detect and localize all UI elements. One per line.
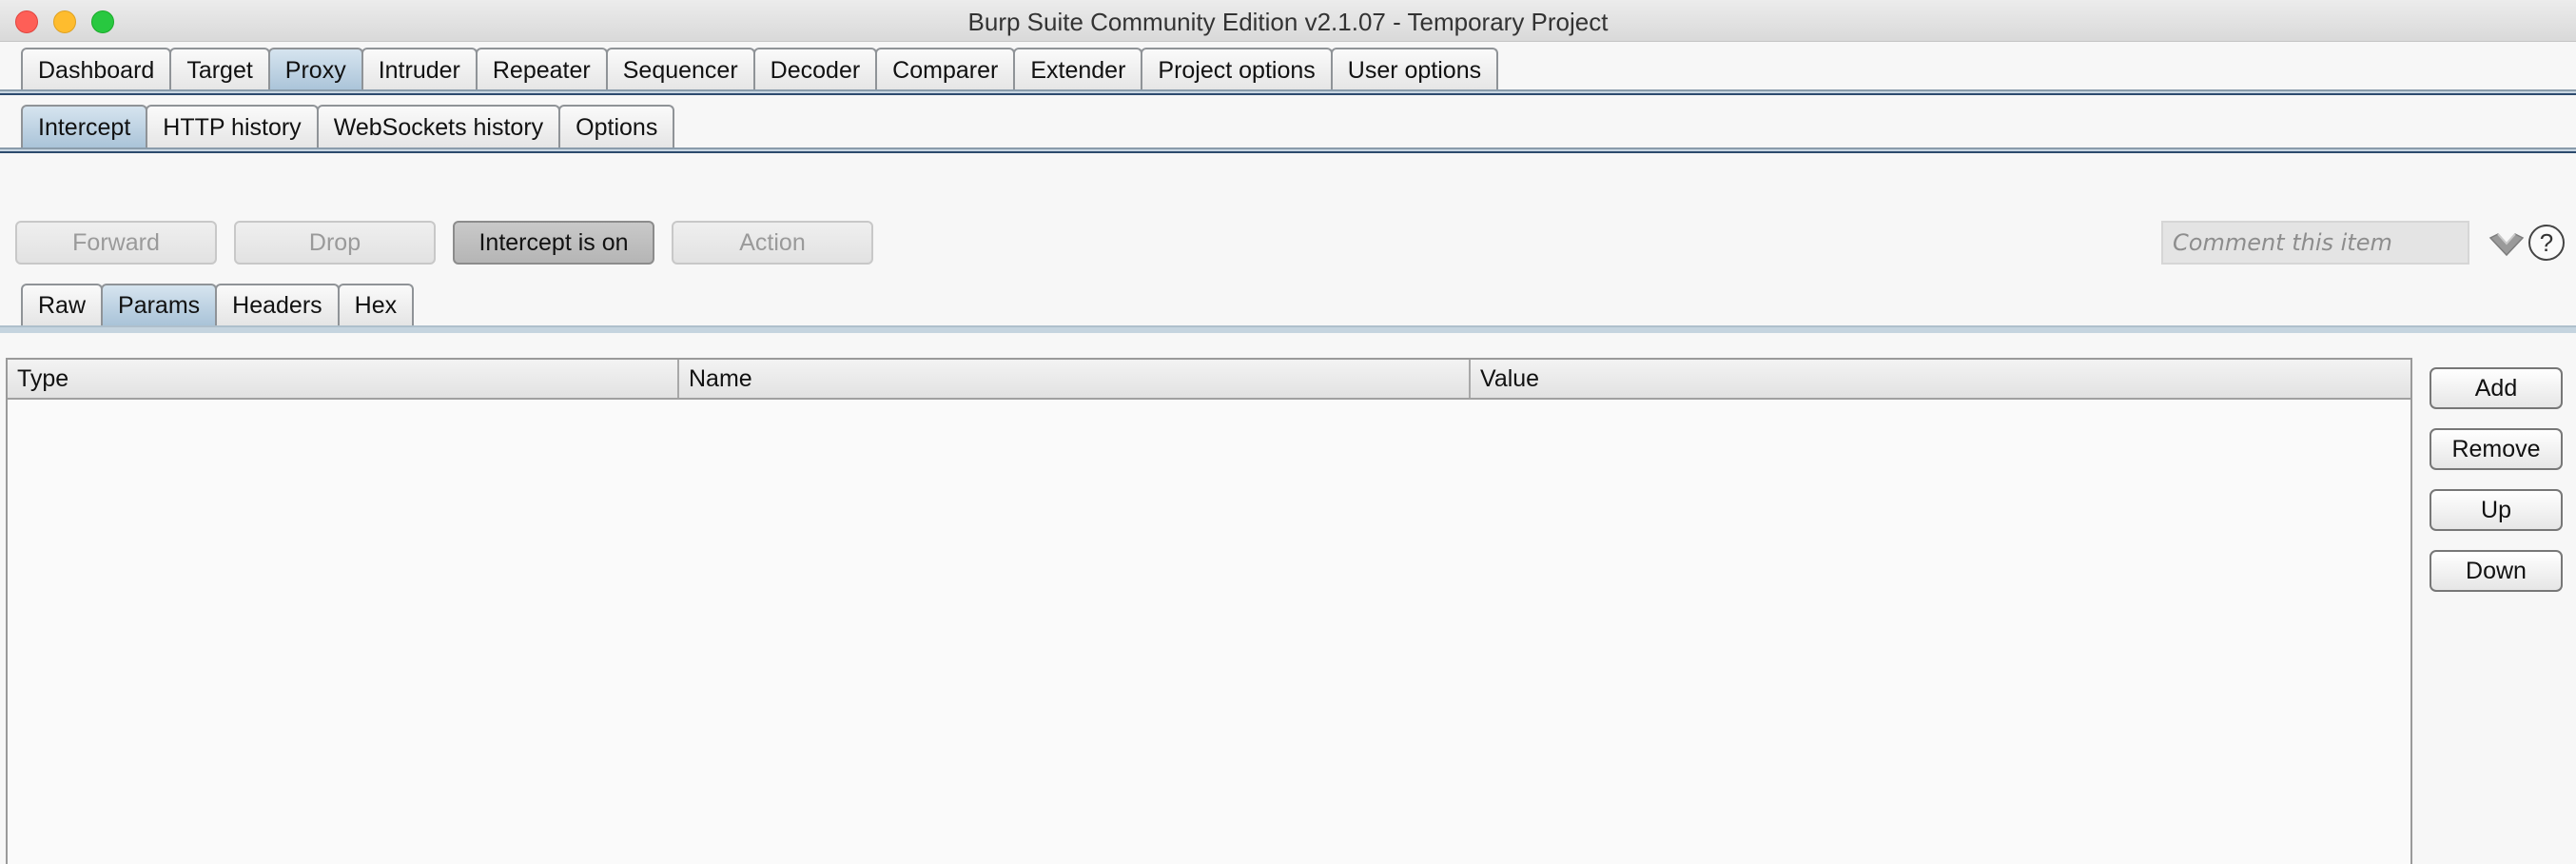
tab-proxy[interactable]: Proxy [267,48,363,91]
up-button[interactable]: Up [2430,489,2563,531]
tab-target[interactable]: Target [169,48,270,91]
tab-http-history[interactable]: HTTP history [146,105,319,148]
tab-user-options[interactable]: User options [1330,48,1499,91]
drop-button[interactable]: Drop [234,221,436,265]
tab-extender[interactable]: Extender [1013,48,1143,91]
tab-intruder[interactable]: Intruder [361,48,478,91]
add-button[interactable]: Add [2430,367,2563,409]
forward-button[interactable]: Forward [15,221,217,265]
column-header-name[interactable]: Name [679,360,1471,398]
highlight-icon[interactable] [2487,228,2527,261]
tab-project-options[interactable]: Project options [1141,48,1333,91]
tab-raw[interactable]: Raw [21,284,104,325]
remove-button[interactable]: Remove [2430,428,2563,470]
view-tab-divider [0,325,2576,333]
message-view-tab-bar: Raw Params Headers Hex [21,284,415,325]
title-bar: Burp Suite Community Edition v2.1.07 - T… [0,0,2576,42]
tab-decoder[interactable]: Decoder [752,48,878,91]
tab-hex[interactable]: Hex [337,284,415,325]
table-header: Type Name Value [8,360,2410,400]
tab-proxy-options[interactable]: Options [558,105,675,148]
tab-headers[interactable]: Headers [215,284,340,325]
tab-dashboard[interactable]: Dashboard [21,48,172,91]
window-title: Burp Suite Community Edition v2.1.07 - T… [967,8,1609,36]
action-button[interactable]: Action [672,221,873,265]
tab-websockets-history[interactable]: WebSockets history [316,105,561,148]
tab-comparer[interactable]: Comparer [875,48,1016,91]
main-tab-bar: Dashboard Target Proxy Intruder Repeater… [21,48,1499,91]
sub-tab-divider [0,147,2576,153]
down-button[interactable]: Down [2430,550,2563,592]
main-tab-divider [0,89,2576,95]
tab-sequencer[interactable]: Sequencer [605,48,755,91]
intercept-toggle-button[interactable]: Intercept is on [453,221,654,265]
params-table[interactable]: Type Name Value [6,358,2412,864]
column-header-type[interactable]: Type [8,360,679,398]
tab-params[interactable]: Params [101,284,218,325]
proxy-sub-tab-bar: Intercept HTTP history WebSockets histor… [21,105,675,148]
help-icon[interactable]: ? [2528,225,2565,261]
tab-repeater[interactable]: Repeater [475,48,608,91]
tab-intercept[interactable]: Intercept [21,105,148,148]
column-header-value[interactable]: Value [1471,360,2410,398]
comment-input[interactable] [2161,221,2469,265]
